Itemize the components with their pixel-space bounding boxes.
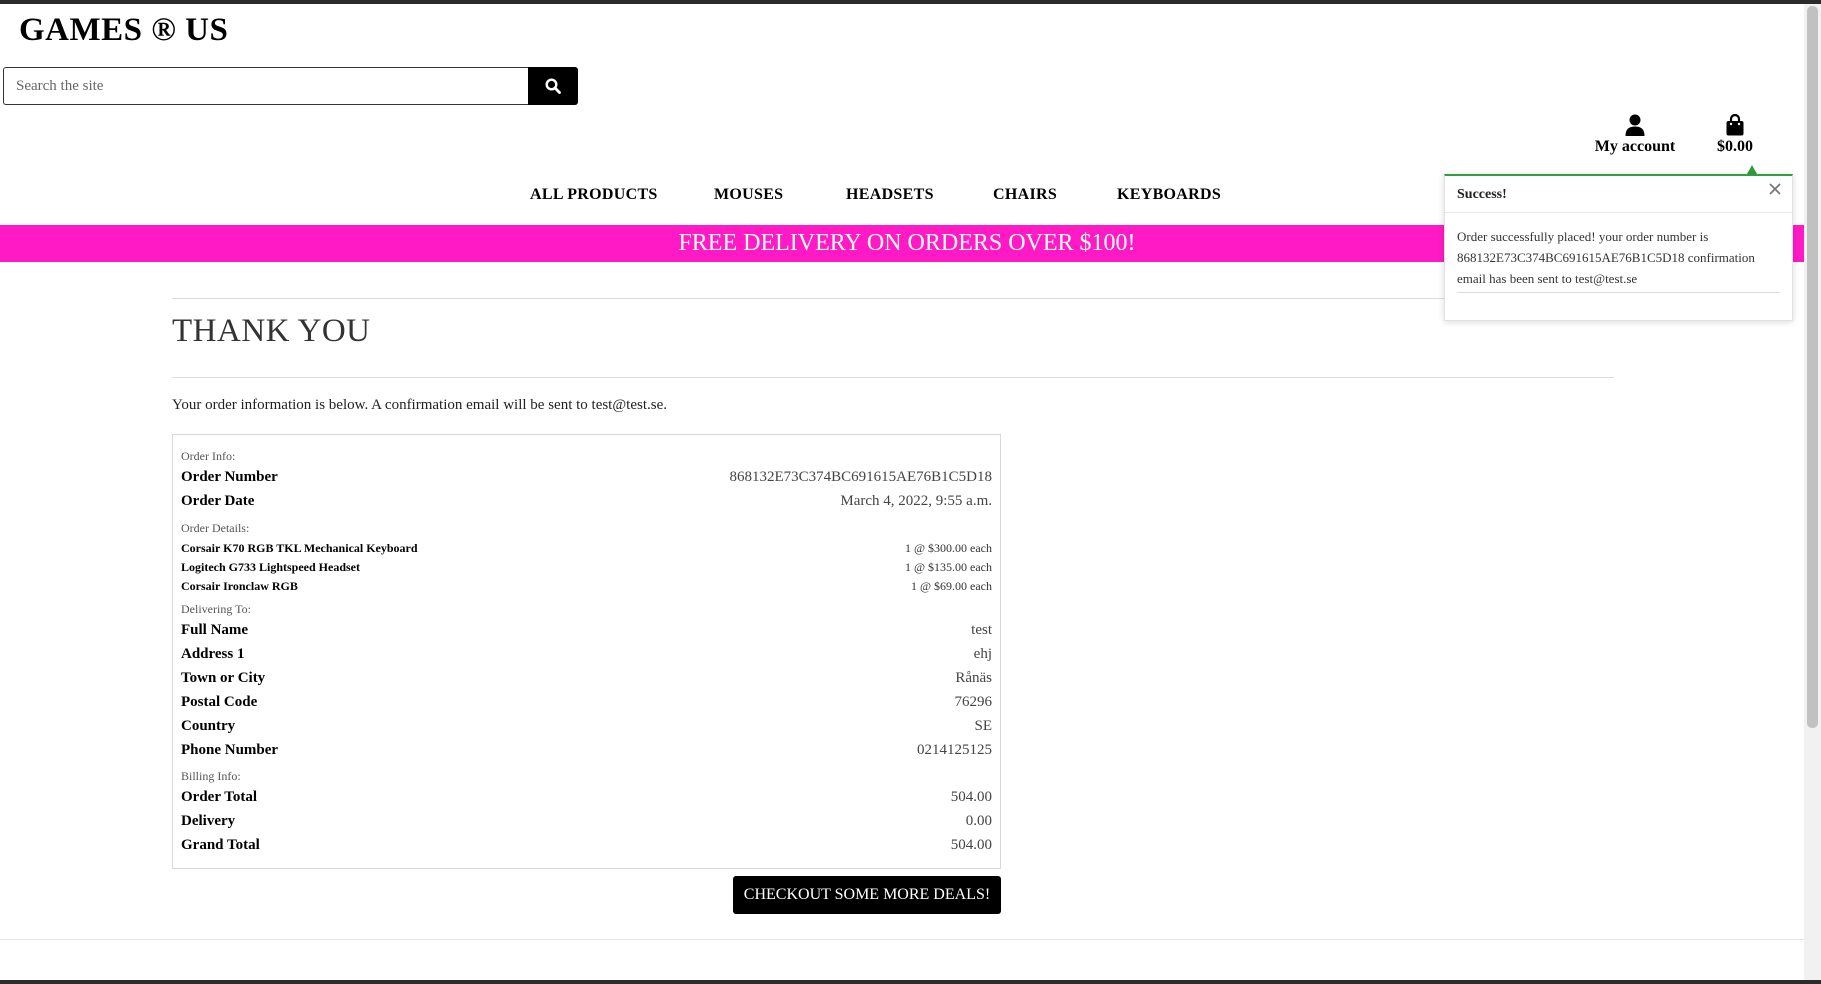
window-top-border (0, 0, 1821, 4)
delivery-row-postal-code: Postal Code 76296 (181, 694, 992, 711)
order-date-label: Order Date (181, 493, 255, 509)
delivery-value: Rånäs (955, 670, 992, 686)
delivery-row-address: Address 1 ehj (181, 646, 992, 663)
close-icon (1769, 183, 1781, 195)
shopping-bag-link[interactable]: $0.00 (1705, 112, 1765, 156)
billing-label: Delivery (181, 813, 236, 829)
scrollbar-thumb[interactable] (1807, 6, 1818, 728)
delivery-value: 76296 (954, 694, 993, 710)
page-scrollbar[interactable] (1804, 4, 1821, 980)
footer-divider (0, 939, 1804, 940)
order-item-qty-price: 1 @ $135.00 each (904, 560, 992, 574)
order-item-qty-price: 1 @ $300.00 each (904, 541, 992, 555)
delivery-label: Country (181, 718, 236, 734)
delivery-label: Town or City (181, 670, 266, 686)
order-item-name: Logitech G733 Lightspeed Headset (181, 560, 360, 574)
my-account-label: My account (1594, 138, 1676, 155)
nav-item-keyboards[interactable]: KEYBOARDS (1117, 186, 1221, 204)
search-icon (545, 78, 561, 94)
shopping-bag-icon (1726, 114, 1744, 136)
nav-item-headsets[interactable]: HEADSETS (846, 186, 934, 204)
page-title: THANK YOU (172, 313, 371, 349)
delivery-row-full-name: Full Name test (181, 622, 992, 639)
order-item-row: Corsair Ironclaw RGB 1 @ $69.00 each (181, 579, 992, 594)
delivery-value: ehj (973, 646, 992, 662)
billing-label: Grand Total (181, 837, 260, 853)
delivery-label: Full Name (181, 622, 249, 638)
brand-logo[interactable]: GAMES ® US (19, 12, 228, 49)
billing-value: 0.00 (965, 813, 992, 829)
search-button[interactable] (528, 67, 578, 105)
delivery-value: 0214125125 (917, 742, 992, 758)
nav-item-chairs[interactable]: CHAIRS (993, 186, 1057, 204)
delivery-label: Postal Code (181, 694, 258, 710)
user-icon (1625, 114, 1645, 136)
delivery-row-town: Town or City Rånäs (181, 670, 992, 687)
billing-value: 504.00 (950, 789, 992, 805)
delivery-row-phone: Phone Number 0214125125 (181, 742, 992, 759)
toast-message: Order successfully placed! your order nu… (1457, 229, 1755, 286)
title-bottom-divider (172, 377, 1614, 378)
nav-item-all-products[interactable]: ALL PRODUCTS (530, 186, 658, 204)
my-account-link[interactable]: My account (1585, 112, 1685, 156)
order-item-qty-price: 1 @ $69.00 each (910, 579, 992, 593)
billing-row-grand-total: Grand Total 504.00 (181, 837, 992, 854)
toast-close-button[interactable] (1768, 182, 1782, 201)
order-details-heading: Order Details: (181, 521, 250, 535)
delivery-row-country: Country SE (181, 718, 992, 735)
order-date-row: Order Date March 4, 2022, 9:55 a.m. (181, 493, 992, 510)
bag-total: $0.00 (1717, 138, 1753, 155)
nav-item-mouses[interactable]: MOUSES (714, 186, 783, 204)
toast-pointer (1747, 165, 1757, 174)
billing-row-delivery: Delivery 0.00 (181, 813, 992, 830)
order-item-name: Corsair Ironclaw RGB (181, 579, 298, 593)
order-number-row: Order Number 868132E73C374BC691615AE76B1… (181, 469, 992, 486)
order-intro-text: Your order information is below. A confi… (172, 397, 667, 413)
billing-value: 504.00 (950, 837, 992, 853)
delivering-to-heading: Delivering To: (181, 602, 251, 616)
delivery-value: test (971, 622, 992, 638)
toast-title: Success! (1457, 187, 1507, 202)
delivery-label: Address 1 (181, 646, 245, 662)
search-bar (3, 67, 578, 105)
toast-body-divider (1457, 292, 1780, 293)
delivery-label: Phone Number (181, 742, 279, 758)
order-item-row: Logitech G733 Lightspeed Headset 1 @ $13… (181, 560, 992, 575)
success-toast: Success! Order successfully placed! your… (1444, 174, 1793, 321)
delivery-value: SE (974, 718, 992, 734)
search-input[interactable] (3, 67, 528, 105)
order-date-value: March 4, 2022, 9:55 a.m. (840, 493, 992, 509)
title-top-divider (172, 298, 1614, 299)
order-item-row: Corsair K70 RGB TKL Mechanical Keyboard … (181, 541, 992, 556)
window-bottom-border (0, 980, 1821, 984)
billing-row-order-total: Order Total 504.00 (181, 789, 992, 806)
billing-label: Order Total (181, 789, 257, 805)
order-number-label: Order Number (181, 469, 278, 485)
order-info-heading: Order Info: (181, 449, 236, 463)
order-summary: Order Info: Order Number 868132E73C374BC… (172, 434, 1001, 869)
order-number-value: 868132E73C374BC691615AE76B1C5D18 (729, 469, 992, 485)
checkout-more-deals-button[interactable]: CHECKOUT SOME MORE DEALS! (733, 876, 1001, 914)
toast-header-divider (1445, 212, 1792, 213)
billing-info-heading: Billing Info: (181, 769, 241, 783)
order-item-name: Corsair K70 RGB TKL Mechanical Keyboard (181, 541, 418, 555)
